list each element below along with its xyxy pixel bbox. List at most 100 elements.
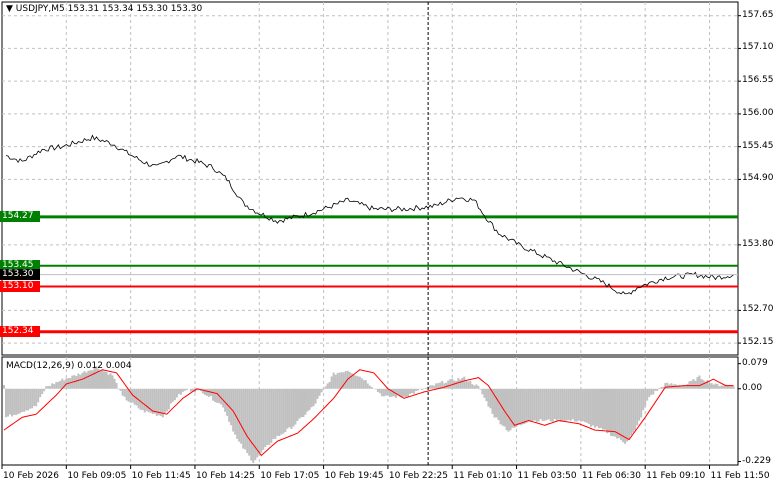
macd-histogram-bar xyxy=(606,388,609,434)
macd-histogram-bar xyxy=(320,388,323,393)
macd-histogram-bar xyxy=(567,388,570,421)
price-axis-label: 156.55 xyxy=(742,75,774,86)
macd-histogram-bar xyxy=(537,388,540,422)
macd-histogram-bar xyxy=(35,388,38,407)
macd-histogram-bar xyxy=(366,383,369,389)
macd-histogram-bar xyxy=(338,372,341,389)
macd-histogram-bar xyxy=(99,370,102,389)
macd-histogram-bar xyxy=(91,370,94,389)
macd-histogram-bar xyxy=(531,388,534,422)
macd-histogram-bar xyxy=(246,388,249,453)
macd-histogram-bar xyxy=(49,385,52,389)
macd-histogram-bar xyxy=(547,388,550,420)
macd-histogram-bar xyxy=(284,388,287,432)
macd-histogram-bar xyxy=(165,388,168,412)
symbol-header[interactable]: ▼ USDJPY,M5 153.31 153.34 153.30 153.30 xyxy=(6,4,202,14)
macd-histogram-bar xyxy=(167,388,170,410)
macd-histogram-bar xyxy=(352,374,355,389)
macd-histogram-bar xyxy=(19,388,22,414)
macd-histogram-bar xyxy=(101,370,104,389)
macd-histogram-bar xyxy=(298,388,301,419)
macd-histogram-bar xyxy=(616,388,619,439)
macd-histogram-bar xyxy=(708,383,711,389)
macd-histogram-bar xyxy=(686,383,689,389)
macd-histogram-bar xyxy=(571,388,574,420)
macd-histogram-bar xyxy=(722,385,725,389)
macd-axis-label: 0.079 xyxy=(742,357,768,368)
macd-histogram-bar xyxy=(85,372,88,389)
macd-histogram-bar xyxy=(332,372,335,389)
macd-histogram-bar xyxy=(650,388,653,395)
macd-histogram-bar xyxy=(407,388,410,397)
macd-histogram-bar xyxy=(75,376,78,389)
macd-histogram-bar xyxy=(539,388,542,420)
macd-histogram-bar xyxy=(45,386,48,389)
macd-histogram-bar xyxy=(296,388,299,421)
macd-histogram-bar xyxy=(27,388,30,411)
macd-histogram-bar xyxy=(202,388,204,394)
macd-histogram-bar xyxy=(360,378,363,389)
macd-histogram-bar xyxy=(710,383,713,389)
macd-histogram-bar xyxy=(248,388,251,456)
macd-histogram-bar xyxy=(559,388,562,422)
macd-histogram-bar xyxy=(533,388,536,421)
macd-histogram-bar xyxy=(445,382,448,389)
macd-histogram-bar xyxy=(473,385,476,389)
macd-histogram-bar xyxy=(384,388,387,396)
macd-histogram-bar xyxy=(204,388,207,395)
collapse-triangle-icon[interactable]: ▼ xyxy=(6,4,13,14)
macd-histogram-bar xyxy=(529,388,532,421)
macd-histogram-bar xyxy=(234,388,237,435)
macd-histogram-bar xyxy=(431,385,434,389)
price-axis-label: 153.80 xyxy=(742,238,774,249)
macd-histogram-bar xyxy=(521,388,524,425)
macd-histogram-bar xyxy=(694,380,697,389)
chart-canvas[interactable] xyxy=(0,0,781,489)
macd-histogram-bar xyxy=(252,388,255,463)
macd-histogram-bar xyxy=(455,380,458,389)
current-price-tag: 153.30 xyxy=(0,268,40,280)
macd-histogram-bar xyxy=(290,388,293,429)
price-axis-label: 152.15 xyxy=(742,337,774,348)
macd-histogram-bar xyxy=(495,388,498,418)
macd-histogram-bar xyxy=(125,388,128,401)
macd-histogram-bar xyxy=(503,388,506,427)
macd-histogram-bar xyxy=(688,381,691,389)
macd-histogram-bar xyxy=(429,385,432,389)
macd-histogram-bar xyxy=(376,388,379,392)
level-price-tag: 154.27 xyxy=(0,210,40,222)
macd-histogram-bar xyxy=(216,388,219,403)
macd-histogram-bar xyxy=(354,375,357,389)
macd-histogram-bar xyxy=(630,388,633,436)
macd-histogram-bar xyxy=(189,388,192,392)
macd-histogram-bar xyxy=(206,388,209,396)
macd-histogram-bar xyxy=(620,388,623,441)
macd-histogram-bar xyxy=(123,388,126,397)
macd-histogram-bar xyxy=(507,388,510,432)
price-series-line xyxy=(5,134,734,295)
time-axis-label: 10 Feb 14:25 xyxy=(195,471,255,481)
macd-histogram-bar xyxy=(417,388,420,391)
macd-histogram-bar xyxy=(652,388,655,395)
macd-histogram-bar xyxy=(11,388,14,417)
macd-histogram-bar xyxy=(459,379,462,389)
level-price-tag: 152.34 xyxy=(0,325,40,337)
macd-histogram-bar xyxy=(254,388,257,461)
macd-histogram-bar xyxy=(9,388,12,415)
macd-histogram-bar xyxy=(579,388,582,422)
macd-histogram-bar xyxy=(378,388,381,394)
macd-histogram-bar xyxy=(21,388,24,412)
macd-histogram-bar xyxy=(23,388,26,412)
macd-histogram-bar xyxy=(370,387,373,389)
macd-histogram-bar xyxy=(403,388,405,397)
macd-histogram-bar xyxy=(634,388,637,431)
macd-histogram-bar xyxy=(117,388,120,390)
macd-histogram-bar xyxy=(121,388,124,396)
macd-histogram-bar xyxy=(145,388,148,412)
macd-histogram-bar xyxy=(475,384,478,389)
macd-histogram-bar xyxy=(463,376,466,389)
macd-histogram-bar xyxy=(175,388,178,398)
macd-histogram-bar xyxy=(601,388,604,430)
macd-histogram-bar xyxy=(447,380,450,389)
macd-histogram-bar xyxy=(477,385,480,389)
